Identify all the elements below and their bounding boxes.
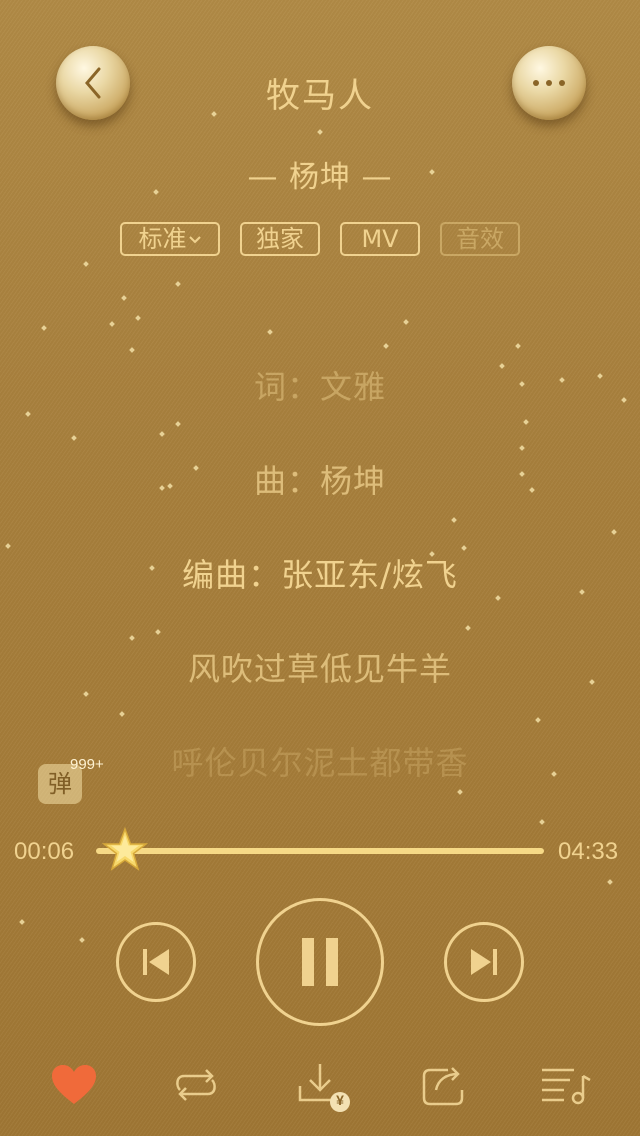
download-price-badge: ¥ (336, 1092, 344, 1108)
danmu-count-badge: 999+ (70, 756, 104, 773)
current-time: 00:06 (14, 838, 75, 865)
chevron-down-icon (188, 236, 201, 244)
repeat-icon[interactable] (170, 1062, 222, 1108)
progress-star-thumb-icon[interactable] (101, 827, 148, 873)
total-time: 04:33 (558, 838, 619, 865)
next-button[interactable] (444, 922, 524, 1002)
lyric-line-current: 编曲：张亚东/炫飞 (182, 556, 458, 594)
quality-select-tag[interactable]: 标准 (120, 222, 220, 256)
next-track-icon (471, 949, 497, 975)
playlist-icon[interactable] (540, 1062, 592, 1108)
pause-icon (302, 938, 338, 986)
more-dots-icon (533, 80, 565, 86)
heart-icon[interactable] (48, 1062, 100, 1108)
share-icon[interactable] (418, 1062, 470, 1108)
tag-label: 标准 (138, 225, 187, 253)
progress-bar[interactable] (96, 848, 544, 854)
tag-label: MV (361, 225, 399, 253)
tag-label: 独家 (256, 225, 304, 253)
lyric-line: 风吹过草低见牛羊 (187, 650, 452, 688)
lyric-line: 词：文雅 (253, 368, 386, 406)
tag-label: 音效 (456, 225, 504, 253)
lyric-line: 曲：杨坤 (253, 462, 386, 500)
exclusive-tag[interactable]: 独家 (240, 222, 320, 256)
previous-track-icon (143, 949, 169, 975)
previous-button[interactable] (116, 922, 196, 1002)
mv-tag[interactable]: MV (340, 222, 420, 256)
sound-effect-tag[interactable]: 音效 (440, 222, 520, 256)
more-button[interactable] (512, 46, 586, 120)
play-pause-button[interactable] (256, 898, 384, 1026)
artist-name: — 杨坤 — (247, 160, 393, 195)
